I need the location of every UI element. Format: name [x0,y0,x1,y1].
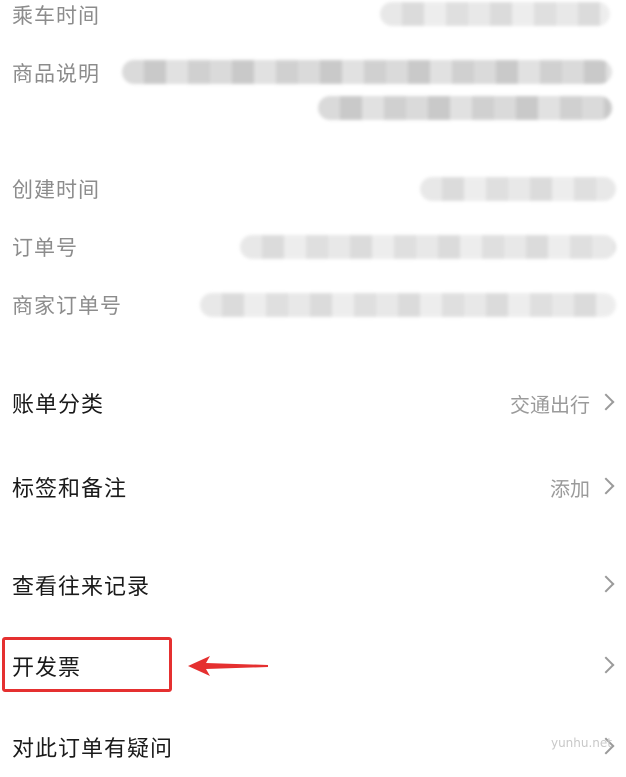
bill-category-label: 账单分类 [12,393,105,418]
created-time-value-redacted [420,177,616,201]
watermark-text: yunhu.net [550,736,612,750]
chevron-right-icon [597,477,615,495]
product-desc-value-redacted [122,60,612,84]
tags-notes-value: 添加 [550,476,590,501]
invoice-highlight-box [2,637,172,692]
merchant-order-no-label: 商家订单号 [12,294,122,318]
product-desc-row: 商品说明 [0,56,626,126]
chevron-right-icon [597,575,615,593]
ride-time-label: 乘车时间 [12,4,100,28]
merchant-order-no-value-redacted [200,293,616,317]
product-desc-label: 商品说明 [12,62,100,86]
red-arrow-annotation [188,656,268,676]
tags-notes-row[interactable]: 标签和备注 添加 [0,457,626,517]
chevron-right-icon [597,656,615,674]
question-label: 对此订单有疑问 [12,737,174,762]
created-time-label: 创建时间 [12,178,100,202]
ride-time-value-redacted [380,2,610,26]
order-no-row: 订单号 [0,230,626,262]
question-row[interactable]: 对此订单有疑问 [0,717,626,777]
history-label: 查看往来记录 [12,575,151,600]
tags-notes-label: 标签和备注 [12,477,128,502]
order-no-value-redacted [240,235,616,259]
merchant-order-no-row: 商家订单号 [0,288,626,320]
bill-category-row[interactable]: 账单分类 交通出行 [0,373,626,433]
order-no-label: 订单号 [12,236,78,260]
history-row[interactable]: 查看往来记录 [0,555,626,615]
created-time-row: 创建时间 [0,172,626,204]
chevron-right-icon [597,393,615,411]
bill-category-value: 交通出行 [510,392,590,417]
ride-time-row: 乘车时间 [0,0,626,28]
product-desc-value-redacted-line2 [318,96,612,120]
